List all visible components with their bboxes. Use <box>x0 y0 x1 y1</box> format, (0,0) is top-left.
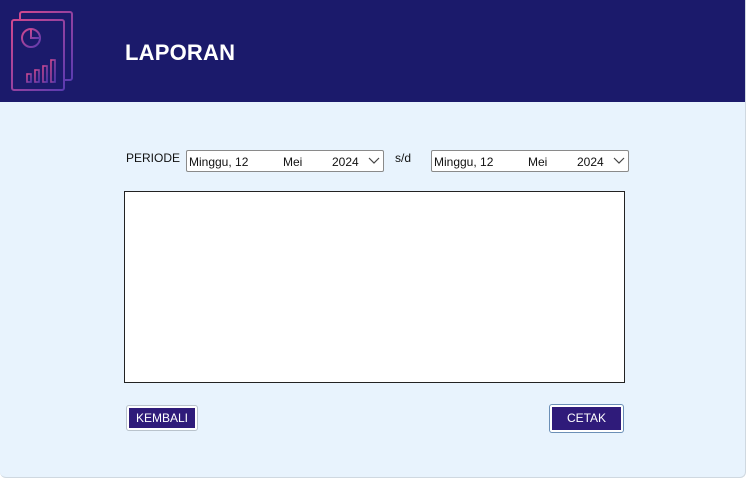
periode-label: PERIODE <box>126 151 181 165</box>
end-date-year: 2024 <box>577 155 604 169</box>
start-date-month: Mei <box>283 155 303 169</box>
report-display-area[interactable] <box>124 191 625 383</box>
chevron-down-icon[interactable] <box>613 156 625 166</box>
print-button[interactable]: CETAK <box>550 405 623 432</box>
header-bar: LAPORAN <box>0 0 745 102</box>
end-date-month: Mei <box>528 155 548 169</box>
report-window: LAPORAN PERIODE Minggu, 12 Mei 2024 s/d … <box>0 0 746 478</box>
start-date-picker[interactable]: Minggu, 12 Mei 2024 <box>186 150 384 172</box>
back-button[interactable]: KEMBALI <box>127 406 197 430</box>
report-chart-icon <box>11 11 73 91</box>
start-date-day: Minggu, 12 <box>189 155 249 169</box>
page-title: LAPORAN <box>125 40 236 65</box>
date-range-separator: s/d <box>395 151 412 165</box>
end-date-picker[interactable]: Minggu, 12 Mei 2024 <box>431 150 629 172</box>
start-date-year: 2024 <box>332 155 359 169</box>
end-date-day: Minggu, 12 <box>434 155 494 169</box>
chevron-down-icon[interactable] <box>368 156 380 166</box>
